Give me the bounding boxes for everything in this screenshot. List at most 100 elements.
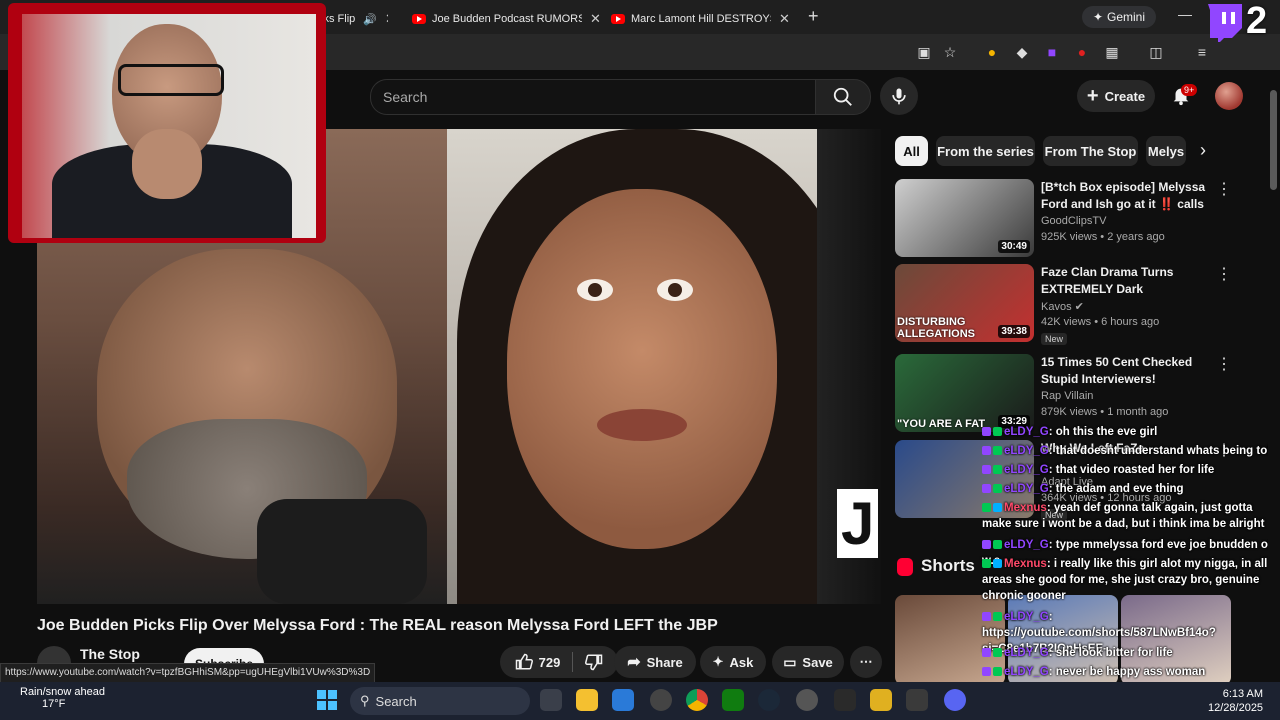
video-channel[interactable]: Rap Villain (1041, 390, 1093, 402)
search-button[interactable] (815, 79, 871, 115)
chat-badge-icon (993, 559, 1002, 569)
video-thumbnail[interactable]: DISTURBING ALLEGATIONS 39:38 (895, 264, 1034, 342)
ask-button[interactable]: ✦ Ask (700, 646, 766, 678)
more-horizontal-icon: ⋯ (859, 654, 873, 669)
app-icon[interactable] (870, 689, 892, 711)
chat-username[interactable]: eLDY_G (1004, 611, 1049, 623)
chat-username[interactable]: eLDY_G (1004, 666, 1049, 678)
channel-name[interactable]: The Stop (80, 646, 140, 662)
chat-username[interactable]: eLDY_G (1004, 445, 1049, 457)
video-title-link[interactable]: [B*tch Box episode] Melyssa Ford and Ish… (1041, 179, 1216, 213)
discord-icon[interactable] (944, 689, 966, 711)
file-explorer-icon[interactable] (576, 689, 598, 711)
system-clock[interactable]: 6:13 AM 12/28/2025 (1208, 687, 1263, 715)
save-button[interactable]: ▭ Save (772, 646, 844, 678)
more-vertical-icon[interactable]: ⋮ (1216, 179, 1232, 199)
chat-message: eLDY_G: that doesnt understand whats bei… (982, 443, 1278, 459)
chat-badge-icon (993, 484, 1002, 494)
like-button[interactable]: 729 (515, 653, 560, 671)
chip-from-the-series[interactable]: From the series (936, 136, 1035, 166)
webcam-hand (132, 129, 202, 199)
tab-marc-lamont-hill[interactable]: Marc Lamont Hill DESTROYS M ✕ (611, 6, 793, 32)
chat-username[interactable]: eLDY_G (1004, 539, 1049, 551)
extensions-puzzle-icon[interactable]: ▦ (1102, 42, 1122, 62)
chrome-icon[interactable] (686, 689, 708, 711)
chat-badge-icon (982, 612, 991, 622)
steam-icon[interactable] (758, 689, 780, 711)
extension-diamond-icon[interactable]: ◆ (1012, 42, 1032, 62)
weather-title: Rain/snow ahead (20, 686, 106, 698)
windows-start-icon[interactable] (316, 689, 338, 711)
chat-badge-icon (982, 648, 991, 658)
more-vertical-icon[interactable]: ⋮ (1216, 264, 1232, 284)
tab-current[interactable]: cks Flip 🔊 ✕ (318, 6, 388, 32)
windows-taskbar (0, 682, 1280, 720)
voice-search-button[interactable] (880, 77, 918, 115)
search-input[interactable] (371, 80, 815, 114)
chat-username[interactable]: Mexnus (1004, 502, 1047, 514)
windows-logo-icon (317, 690, 337, 710)
reading-list-icon[interactable]: ≡ (1192, 42, 1212, 62)
minimize-icon[interactable]: — (1178, 6, 1192, 22)
thumbs-down-icon[interactable] (585, 653, 603, 671)
chat-username[interactable]: eLDY_G (1004, 647, 1049, 659)
bookmark-star-icon[interactable]: ☆ (940, 42, 960, 62)
epic-games-icon[interactable] (834, 689, 856, 711)
chat-badge-icon (993, 503, 1002, 513)
new-tab-button[interactable]: + (808, 6, 819, 27)
share-label: Share (646, 654, 683, 670)
tab-joe-budden-rumors[interactable]: Joe Budden Podcast RUMORS | ✕ (412, 6, 602, 32)
video-channel[interactable]: Kavos ✔ (1041, 300, 1084, 313)
extension-color-icon[interactable]: ● (982, 42, 1002, 62)
video-title-link[interactable]: 15 Times 50 Cent Checked Stupid Intervie… (1041, 354, 1216, 388)
video-meta: 925K views • 2 years ago (1041, 231, 1165, 243)
extension-red-icon[interactable]: ● (1072, 42, 1092, 62)
chip-from-the-stop[interactable]: From The Stop (1043, 136, 1138, 166)
weather-widget[interactable]: Rain/snow ahead 17°F (20, 686, 105, 710)
chat-username[interactable]: eLDY_G (1004, 464, 1049, 476)
chat-username[interactable]: Mexnus (1004, 558, 1047, 570)
chip-melyssa[interactable]: Melys (1146, 136, 1186, 166)
chat-badge-icon (993, 648, 1002, 658)
taskbar-search[interactable]: ⚲ Search (350, 687, 530, 715)
split-view-icon[interactable]: ◫ (1146, 42, 1166, 62)
like-dislike-group: 729 (500, 646, 618, 678)
create-button[interactable]: + Create (1077, 80, 1155, 112)
plus-icon: + (1086, 85, 1099, 107)
account-avatar[interactable] (1215, 82, 1243, 110)
chat-badge-icon (993, 540, 1002, 550)
close-icon[interactable]: ✕ (779, 11, 790, 27)
more-vertical-icon[interactable]: ⋮ (1216, 354, 1232, 374)
chat-username[interactable]: eLDY_G (1004, 426, 1049, 438)
new-badge: New (1041, 333, 1068, 345)
store-icon[interactable] (612, 689, 634, 711)
app-icon[interactable] (650, 689, 672, 711)
chevron-right-icon[interactable]: › (1200, 140, 1206, 161)
scrollbar-thumb[interactable] (1270, 90, 1277, 190)
install-app-icon[interactable]: ▣ (914, 42, 934, 62)
app-icon[interactable] (906, 689, 928, 711)
video-thumbnail[interactable]: "YOU ARE A FAT 33:29 (895, 354, 1034, 432)
xbox-icon[interactable] (722, 689, 744, 711)
video-thumbnail[interactable]: 30:49 (895, 179, 1034, 257)
chat-text: : oh this the eve girl (1048, 426, 1158, 438)
chat-text: : never be happy ass woman (1048, 666, 1206, 678)
chip-all[interactable]: All (895, 136, 928, 166)
chat-message: eLDY_G: she look bitter for life (982, 645, 1278, 661)
close-icon[interactable]: ✕ (385, 11, 388, 27)
chat-badge-icon (993, 612, 1002, 622)
video-lips (597, 409, 687, 441)
speaker-icon[interactable]: 🔊 (363, 13, 377, 26)
video-title-link[interactable]: Faze Clan Drama Turns EXTREMELY Dark (1041, 264, 1216, 298)
obs-icon[interactable] (796, 689, 818, 711)
chat-username[interactable]: eLDY_G (1004, 483, 1049, 495)
video-channel[interactable]: GoodClipsTV (1041, 215, 1106, 227)
video-microphone (257, 499, 427, 604)
share-button[interactable]: ➦ Share (614, 646, 696, 678)
more-actions-button[interactable]: ⋯ (850, 646, 882, 678)
twitch-extension-icon[interactable]: ■ (1042, 42, 1062, 62)
gemini-button[interactable]: ✦ Gemini (1082, 6, 1156, 28)
close-icon[interactable]: ✕ (590, 11, 601, 27)
sparkle-icon: ✦ (712, 654, 724, 669)
task-view-icon[interactable] (540, 689, 562, 711)
